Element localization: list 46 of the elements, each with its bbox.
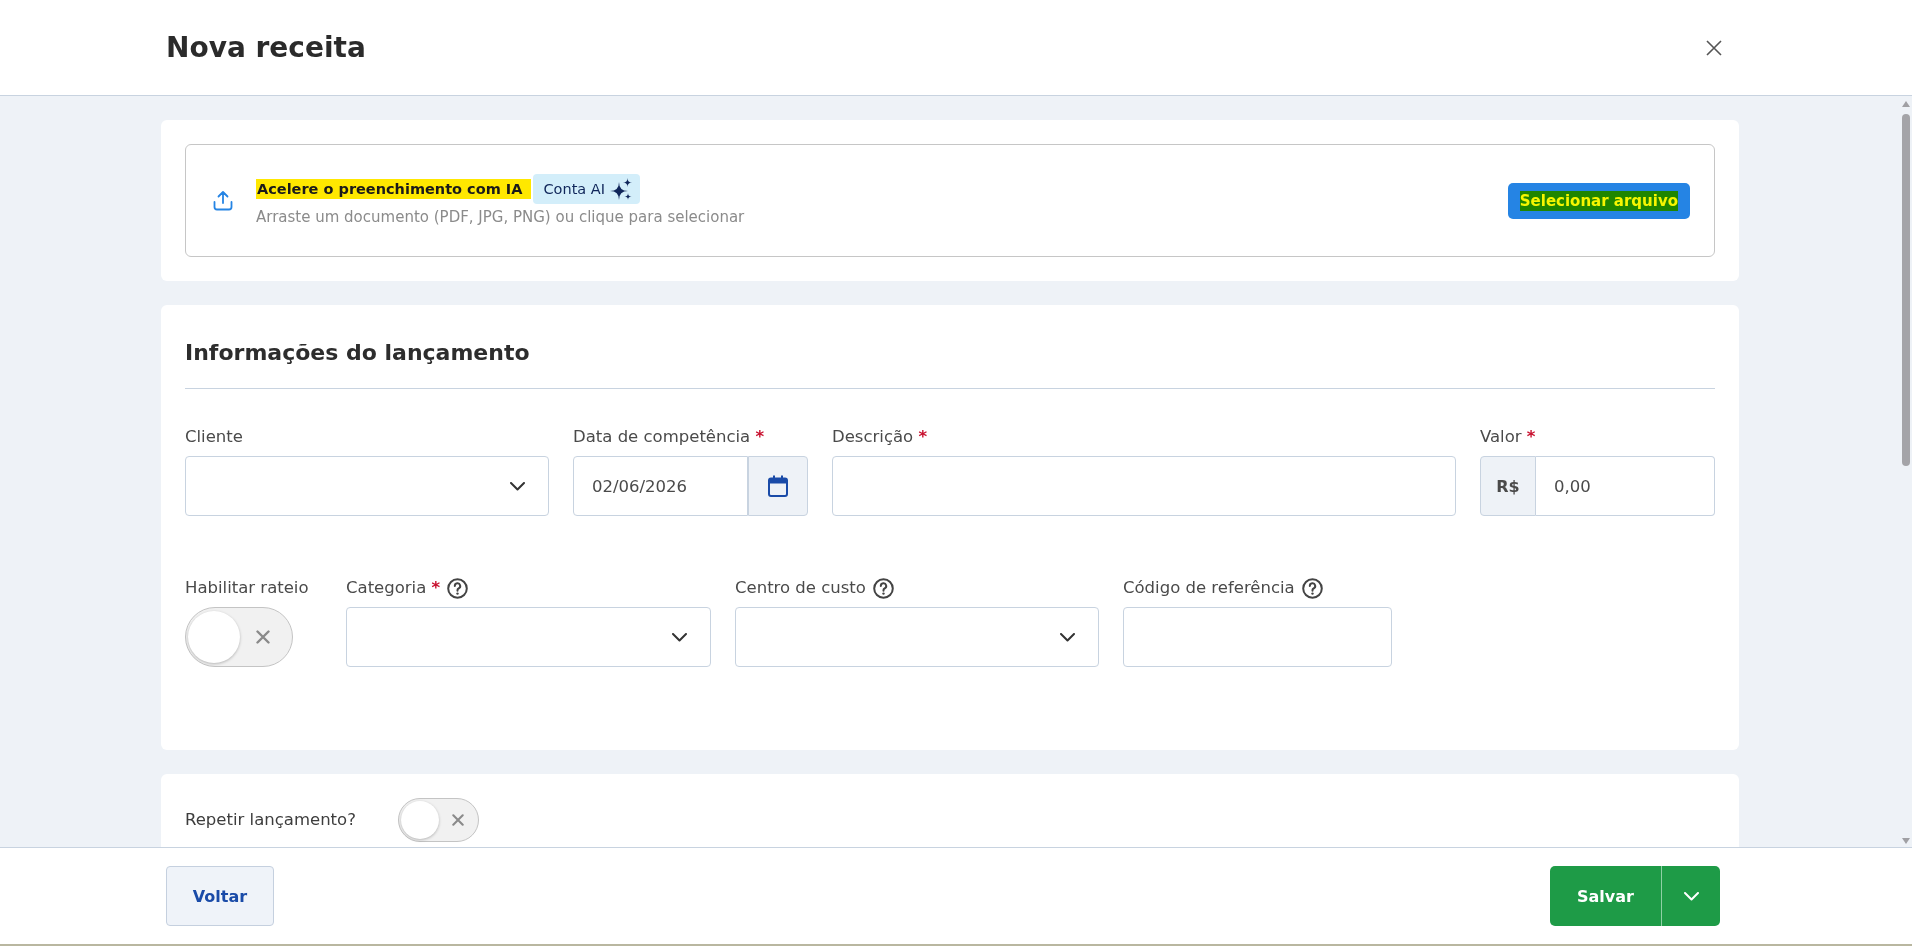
dropdown-field[interactable] (735, 607, 1099, 667)
close-button[interactable] (1706, 39, 1722, 56)
calendar-button[interactable] (748, 456, 808, 516)
scrollbar-thumb[interactable] (1902, 114, 1910, 466)
toggle-switch[interactable] (398, 798, 479, 842)
field-label: Categoria * (346, 578, 441, 598)
chevron-down-icon (672, 632, 687, 642)
dropdown-field[interactable] (346, 607, 711, 667)
field-label: Centro de custo (735, 578, 866, 598)
badge-label: Conta AI (543, 181, 605, 197)
chevron-down-icon (1683, 891, 1699, 901)
upload-hint: Arraste um documento (PDF, JPG, PNG) ou clique para selecionar (256, 207, 745, 227)
chevron-down-icon (1060, 632, 1075, 642)
text-field[interactable] (832, 456, 1456, 516)
help-icon[interactable] (1301, 577, 1323, 599)
field-label: Data de competência * (573, 427, 765, 447)
field-label: Cliente (185, 427, 243, 447)
text-field[interactable] (1123, 607, 1392, 667)
upload-icon (213, 190, 233, 211)
help-icon[interactable] (447, 577, 469, 599)
field-label: Código de referência (1123, 578, 1295, 598)
field-label: Habilitar rateio (185, 578, 309, 598)
field-label: Valor * (1480, 427, 1536, 447)
save-options-button[interactable] (1661, 866, 1720, 926)
currency-prefix: R$ (1480, 456, 1536, 516)
dropdown-field[interactable] (185, 456, 549, 516)
dialog-title: Nova receita (166, 29, 366, 66)
close-icon (1706, 39, 1722, 56)
upload-dropzone[interactable]: Acelere o preenchimento com IA Conta AI Arraste um documento (PDF, JPG, PNG) ou clique para selecionar Selecionar arquivo (185, 144, 1715, 257)
chevron-down-icon (510, 481, 525, 491)
save-button[interactable]: Salvar (1550, 866, 1661, 926)
cross-icon (256, 630, 270, 644)
help-icon[interactable] (872, 577, 894, 599)
upload-title: Acelere o preenchimento com IA (256, 179, 532, 199)
scroll-down-icon[interactable] (1902, 838, 1910, 844)
calendar-icon (768, 475, 788, 497)
back-button[interactable]: Voltar (166, 866, 274, 926)
repeat-label: Repetir lançamento? (185, 809, 357, 831)
date-input[interactable]: 02/06/2026 (573, 456, 748, 516)
amount-input[interactable]: 0,00 (1536, 456, 1715, 516)
toggle-switch[interactable] (185, 607, 293, 667)
section-title: Informações do lançamento (185, 339, 531, 367)
cross-icon (452, 814, 464, 826)
scroll-up-icon[interactable] (1902, 101, 1910, 107)
field-label: Descrição * (832, 427, 928, 447)
select-file-button[interactable]: Selecionar arquivo (1507, 182, 1690, 219)
